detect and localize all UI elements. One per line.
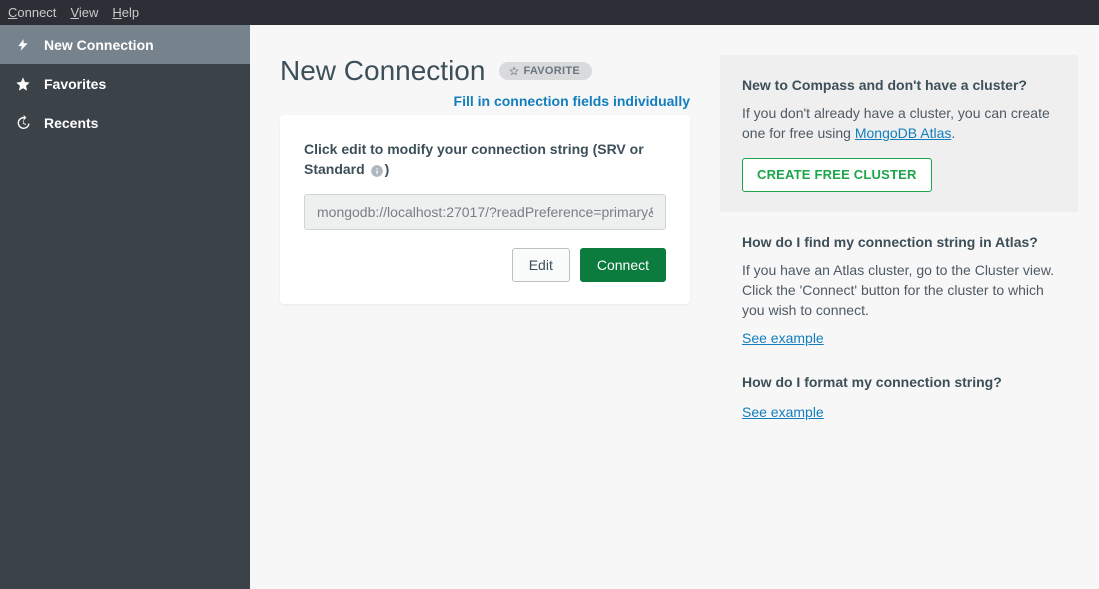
mongodb-atlas-link[interactable]: MongoDB Atlas — [855, 125, 952, 141]
intro-heading: New to Compass and don't have a cluster? — [742, 77, 1056, 93]
history-icon — [14, 115, 32, 131]
connection-card: Click edit to modify your connection str… — [280, 115, 690, 304]
connection-string-input[interactable] — [304, 194, 666, 230]
main-content: New Connection FAVORITE Fill in connecti… — [250, 25, 1099, 589]
see-example-find-link[interactable]: See example — [742, 330, 824, 346]
connect-button[interactable]: Connect — [580, 248, 666, 282]
info-icon[interactable] — [370, 164, 384, 178]
favorite-label: FAVORITE — [523, 65, 580, 77]
find-string-heading: How do I find my connection string in At… — [742, 234, 1056, 250]
sidebar-item-new-connection[interactable]: New Connection — [0, 25, 250, 64]
sidebar-item-label: New Connection — [44, 37, 154, 53]
menu-help[interactable]: Help — [112, 5, 139, 20]
star-icon — [14, 76, 32, 92]
edit-button[interactable]: Edit — [512, 248, 570, 282]
menu-connect[interactable]: Connect — [8, 5, 56, 20]
see-example-format-link[interactable]: See example — [742, 404, 824, 420]
bolt-icon — [14, 38, 32, 52]
intro-panel: New to Compass and don't have a cluster?… — [720, 55, 1078, 212]
favorite-button[interactable]: FAVORITE — [499, 62, 592, 80]
menu-view[interactable]: View — [70, 5, 98, 20]
connection-string-label: Click edit to modify your connection str… — [304, 139, 666, 180]
fill-fields-link[interactable]: Fill in connection fields individually — [454, 93, 690, 109]
sidebar-item-favorites[interactable]: Favorites — [0, 64, 250, 103]
menubar: Connect View Help — [0, 0, 1099, 25]
star-outline-icon — [509, 66, 519, 76]
sidebar-item-recents[interactable]: Recents — [0, 103, 250, 142]
page-title: New Connection — [280, 55, 485, 87]
sidebar-item-label: Favorites — [44, 76, 106, 92]
create-free-cluster-button[interactable]: CREATE FREE CLUSTER — [742, 158, 932, 192]
find-string-block: How do I find my connection string in At… — [720, 222, 1078, 351]
intro-text: If you don't already have a cluster, you… — [742, 103, 1056, 144]
format-string-block: How do I format my connection string? Se… — [720, 362, 1078, 424]
find-string-body: If you have an Atlas cluster, go to the … — [742, 260, 1056, 321]
sidebar-item-label: Recents — [44, 115, 98, 131]
sidebar: New Connection Favorites Recents — [0, 25, 250, 589]
format-string-heading: How do I format my connection string? — [742, 374, 1056, 390]
